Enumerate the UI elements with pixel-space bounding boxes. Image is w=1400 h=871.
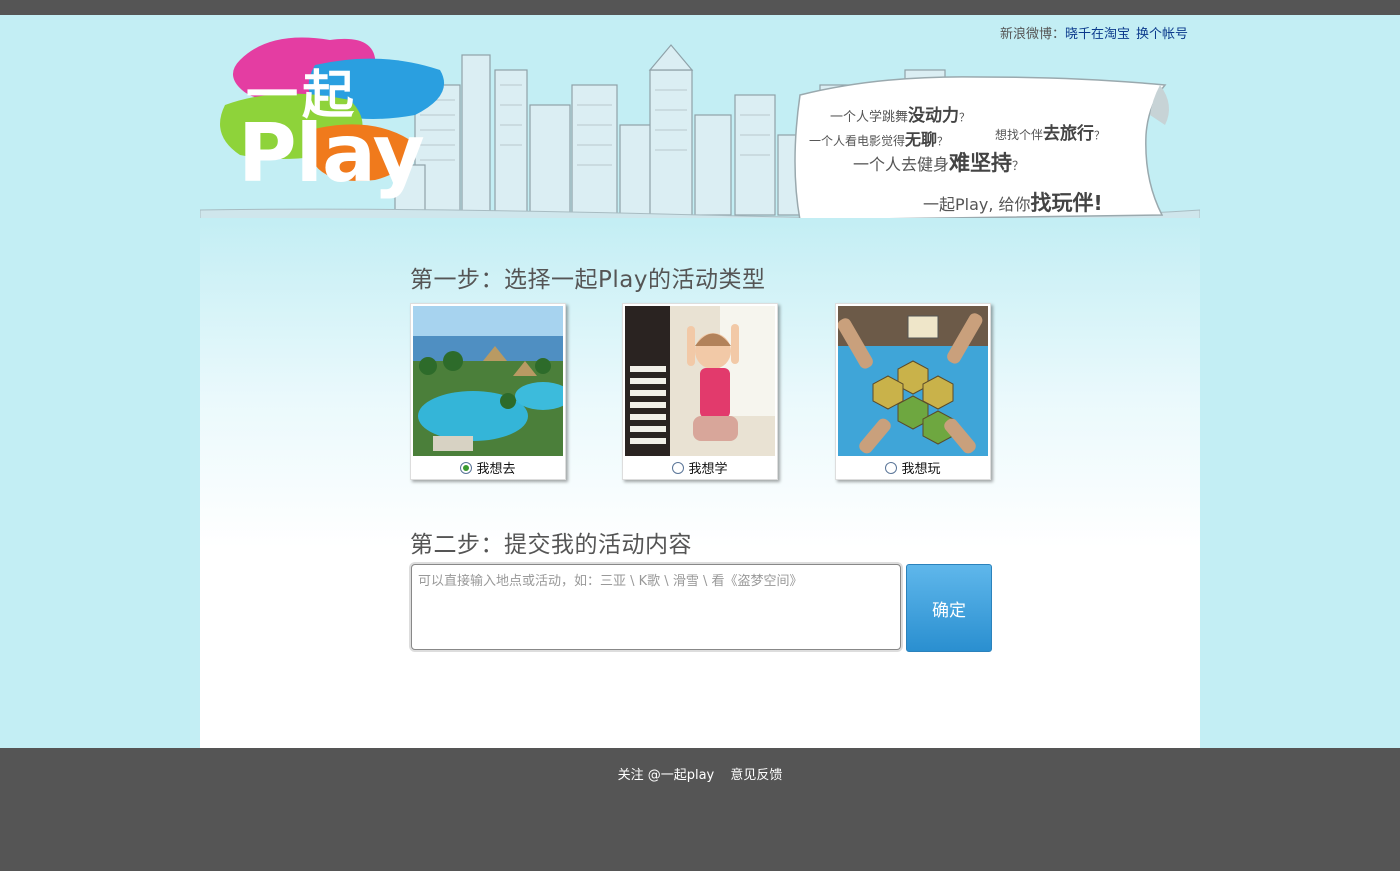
- slogan-line-3: 想找个伴去旅行？: [995, 124, 1106, 144]
- slogan-line-4: 一个人去健身难坚持？: [853, 151, 1025, 175]
- activity-input[interactable]: [412, 565, 900, 649]
- footer-links: 关注 @一起play 意见反馈: [0, 764, 1400, 783]
- feedback-link[interactable]: 意见反馈: [730, 768, 782, 783]
- follow-link[interactable]: 关注 @一起play: [618, 768, 715, 783]
- main-content: 第一步：选择一起Play的活动类型 我想去 我想学 我想玩 第二步：提交我的活动…: [200, 218, 1200, 748]
- top-bar: [0, 0, 1400, 15]
- step2-title: 第二步：提交我的活动内容: [410, 532, 692, 558]
- slogan-note: 一个人学跳舞没动力？ 一个人看电影觉得无聊？ 想找个伴去旅行？ 一个人去健身难坚…: [795, 81, 1175, 231]
- radio-selected-icon[interactable]: [460, 462, 473, 474]
- confirm-button[interactable]: 确定: [906, 564, 992, 652]
- option-card-learn[interactable]: 我想学: [622, 303, 778, 480]
- radio-unselected-icon[interactable]: [672, 462, 685, 474]
- resort-photo: [413, 306, 563, 456]
- slogan-line-1: 一个人学跳舞没动力？: [830, 106, 971, 126]
- board-game-photo: [838, 306, 988, 456]
- radio-unselected-icon[interactable]: [885, 462, 898, 474]
- slogan-line-5: 一起Play, 给你找玩伴!: [923, 191, 1103, 215]
- option-card-play[interactable]: 我想玩: [835, 303, 991, 480]
- activity-input-wrapper: [411, 564, 901, 650]
- option-card-go[interactable]: 我想去: [410, 303, 566, 480]
- footer: 关注 @一起play 意见反馈: [0, 748, 1400, 871]
- option-play[interactable]: 我想玩: [836, 458, 990, 477]
- option-learn[interactable]: 我想学: [623, 458, 777, 477]
- piano-child-photo: [625, 306, 775, 456]
- header-banner: 一起 Play 一个人学跳舞没动力？ 一个人看电影觉得无聊？ 想找个伴去旅行？ …: [200, 15, 1200, 220]
- step1-title: 第一步：选择一起Play的活动类型: [410, 267, 766, 293]
- logo-line-2: Play: [238, 107, 425, 200]
- option-go[interactable]: 我想去: [411, 458, 565, 477]
